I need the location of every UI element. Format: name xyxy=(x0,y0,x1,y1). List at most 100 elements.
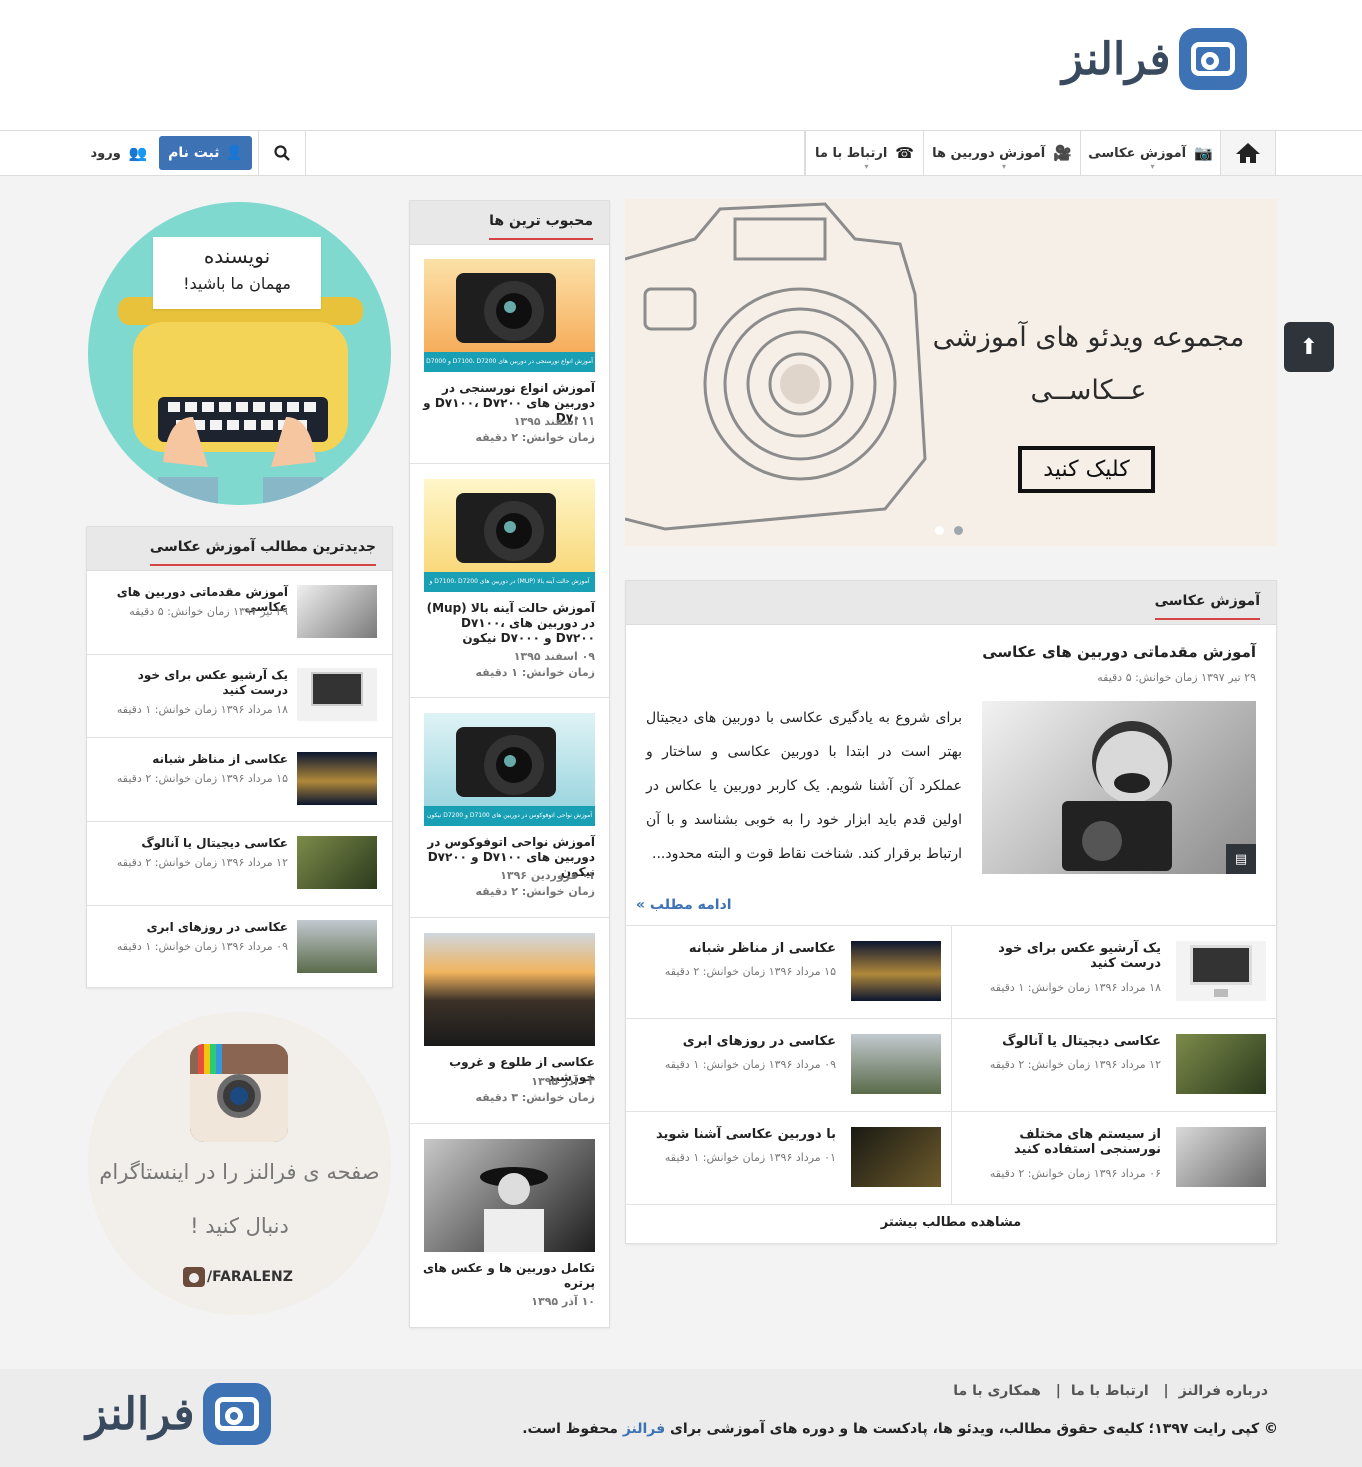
camera-logo-icon xyxy=(202,1383,271,1445)
latest-thumb[interactable] xyxy=(297,920,377,973)
site-header: فرالنز xyxy=(0,0,1362,130)
latest-meta: ۲۹ تیر ۱۳۹۷ زمان خوانش: ۵ دقیقه xyxy=(129,605,288,618)
login-button[interactable]: 👥 ورود xyxy=(84,131,154,175)
popular-title[interactable]: تکامل دوربین ها و عکس های پرتره xyxy=(420,1261,595,1291)
grid-title[interactable]: با دوربین عکاسی آشنا شوید xyxy=(640,1127,836,1142)
grid-thumb[interactable] xyxy=(851,941,941,1001)
footer-link-cooperate[interactable]: همکاری با ما xyxy=(953,1383,1041,1399)
main-navigation: 📷 آموزش عکاسی ▾ 🎥 آموزش دوربین ها ▾ ☎ ار… xyxy=(0,130,1362,176)
slider-dot[interactable] xyxy=(935,526,944,535)
video-camera-icon: 🎥 xyxy=(1053,144,1072,162)
featured-thumbnail[interactable]: ▤ xyxy=(982,701,1256,874)
slider-cta-button[interactable]: کلیک کنید xyxy=(1018,446,1155,493)
camera-icon: 📷 xyxy=(1194,144,1213,162)
popular-thumb[interactable] xyxy=(424,1139,595,1252)
popular-section: محبوب ترین ها آموزش انواع نورسنجی در دور… xyxy=(409,200,610,1328)
grid-title[interactable]: عکاسی در روزهای ابری xyxy=(640,1034,836,1049)
section-title: محبوب ترین ها xyxy=(489,213,593,240)
grid-thumb[interactable] xyxy=(851,1034,941,1094)
camera-sketch-illustration xyxy=(625,202,927,531)
chevron-down-icon: ▾ xyxy=(1150,162,1155,171)
latest-posts-section: جدیدترین مطالب آموزش عکاسی آموزش مقدماتی… xyxy=(86,526,393,988)
grid-meta: ۱۸ مرداد ۱۳۹۶ زمان خوانش: ۱ دقیقه xyxy=(989,981,1161,994)
guest-writer-line2: مهمان ما باشید! xyxy=(183,274,291,293)
footer-logo[interactable]: فرالنز xyxy=(86,1383,271,1445)
latest-meta: ۱۸ مرداد ۱۳۹۶ زمان خوانش: ۱ دقیقه xyxy=(116,703,288,716)
latest-meta: ۱۲ مرداد ۱۳۹۶ زمان خوانش: ۲ دقیقه xyxy=(116,856,288,869)
grid-thumb[interactable] xyxy=(851,1127,941,1187)
hero-slider[interactable]: مجموعه ویدئو های آموزشی عــکاســی کلیک ک… xyxy=(625,199,1277,546)
footer-link-contact[interactable]: ارتباط با ما xyxy=(1071,1383,1149,1399)
guest-writer-line1: نویسنده xyxy=(203,244,271,268)
latest-meta: ۰۹ مرداد ۱۳۹۶ زمان خوانش: ۱ دقیقه xyxy=(116,940,288,953)
search-button[interactable] xyxy=(258,131,306,175)
grid-thumb[interactable] xyxy=(1176,941,1266,1001)
instagram-line2: دنبال کنید ! xyxy=(190,1214,289,1238)
section-title: آموزش عکاسی xyxy=(1154,593,1260,620)
popular-read-time: زمان خوانش: ۲ دقیقه xyxy=(475,431,595,444)
read-more-link[interactable]: ادامه مطلب » xyxy=(636,897,732,913)
section-title: جدیدترین مطالب آموزش عکاسی xyxy=(149,539,376,566)
latest-title[interactable]: یک آرشیو عکس برای خود درست کنید xyxy=(98,668,288,698)
instagram-handle[interactable]: /FARALENZ xyxy=(183,1267,293,1287)
featured-excerpt: برای شروع به یادگیری عکاسی با دوربین های… xyxy=(646,710,962,862)
slider-dot-active[interactable] xyxy=(954,526,963,535)
grid-title[interactable]: یک آرشیو عکس برای خود درست کنید xyxy=(965,941,1161,971)
logo-text: فرالنز xyxy=(1062,33,1171,85)
grid-title[interactable]: عکاسی از مناظر شبانه xyxy=(640,941,836,956)
latest-title[interactable]: عکاسی در روزهای ابری xyxy=(98,920,288,935)
instagram-line1: صفحه ی فرالنز را در اینستاگرام xyxy=(99,1160,380,1184)
featured-title[interactable]: آموزش مقدماتی دوربین های عکاسی xyxy=(982,645,1256,660)
home-icon xyxy=(1236,143,1260,163)
latest-thumb[interactable] xyxy=(297,836,377,889)
latest-title[interactable]: عکاسی دیجیتال یا آنالوگ xyxy=(98,836,288,851)
grid-meta: ۰۹ مرداد ۱۳۹۶ زمان خوانش: ۱ دقیقه xyxy=(664,1058,836,1071)
add-user-icon: 👤 xyxy=(225,145,243,161)
popular-title[interactable]: آموزش حالت آینه بالا (Mup) در دوربین های… xyxy=(420,601,595,646)
site-logo[interactable]: فرالنز xyxy=(1062,28,1247,90)
slider-dots xyxy=(935,526,963,535)
footer-link-about[interactable]: درباره فرالنز xyxy=(1179,1383,1268,1399)
footer-links: درباره فرالنز| ارتباط با ما| همکاری با م… xyxy=(953,1383,1268,1399)
photography-section: آموزش عکاسی آموزش مقدماتی دوربین های عکا… xyxy=(625,580,1277,1244)
latest-meta: ۱۵ مرداد ۱۳۹۶ زمان خوانش: ۲ دقیقه xyxy=(116,772,288,785)
grid-title[interactable]: عکاسی دیجیتال یا آنالوگ xyxy=(965,1034,1161,1049)
nav-home[interactable] xyxy=(1220,131,1276,175)
grid-thumb[interactable] xyxy=(1176,1127,1266,1187)
user-icon: 👥 xyxy=(128,144,148,162)
popular-thumb[interactable]: آموزش حالت آینه بالا (MUP) در دوربین های… xyxy=(424,479,595,592)
nav-item-cameras[interactable]: 🎥 آموزش دوربین ها ▾ xyxy=(923,131,1080,175)
grid-title[interactable]: از سیستم های مختلف نورسنجی استفاده کنید xyxy=(965,1127,1161,1157)
chevron-down-icon: ▾ xyxy=(1002,162,1007,171)
thumb-caption: آموزش حالت آینه بالا (MUP) در دوربین های… xyxy=(424,572,595,592)
grid-thumb[interactable] xyxy=(1176,1034,1266,1094)
guest-writer-banner[interactable]: نویسنده مهمان ما باشید! xyxy=(88,202,391,505)
nav-item-contact[interactable]: ☎ ارتباط با ما ▾ xyxy=(805,131,923,175)
popular-read-time: زمان خوانش: ۳ دقیقه xyxy=(475,1091,595,1104)
search-icon xyxy=(274,145,290,161)
copyright-text: © کپی رایت ۱۳۹۷؛ کلیه‌ی حقوق مطالب، ویدئ… xyxy=(522,1421,1278,1437)
logo-text: فرالنز xyxy=(86,1388,195,1440)
latest-thumb[interactable] xyxy=(297,668,377,721)
grid-meta: ۱۵ مرداد ۱۳۹۶ زمان خوانش: ۲ دقیقه xyxy=(664,965,836,978)
latest-title[interactable]: عکاسی از مناظر شبانه xyxy=(98,752,288,767)
popular-thumb[interactable] xyxy=(424,933,595,1046)
latest-thumb[interactable] xyxy=(297,752,377,805)
instagram-icon xyxy=(190,1044,288,1142)
popular-thumb[interactable]: آموزش نواحی اتوفوکوس در دوربین های D7100… xyxy=(424,713,595,826)
instagram-banner[interactable]: صفحه ی فرالنز را در اینستاگرام دنبال کنی… xyxy=(88,1012,391,1315)
grid-meta: ۰۱ مرداد ۱۳۹۶ زمان خوانش: ۱ دقیقه xyxy=(664,1151,836,1164)
instagram-small-icon xyxy=(183,1267,205,1287)
popular-read-time: زمان خوانش: ۱ دقیقه xyxy=(475,666,595,679)
see-more-link[interactable]: مشاهده مطالب بیشتر xyxy=(626,1215,1276,1230)
featured-meta: ۲۹ تیر ۱۳۹۷ زمان خوانش: ۵ دقیقه xyxy=(1097,671,1256,684)
popular-thumb[interactable]: آموزش انواع نورسنجی در دوربین های D7100،… xyxy=(424,259,595,372)
site-footer: درباره فرالنز| ارتباط با ما| همکاری با م… xyxy=(0,1369,1362,1467)
register-button[interactable]: 👤 ثبت نام xyxy=(159,136,252,170)
article-icon: ▤ xyxy=(1226,844,1256,874)
nav-item-photography[interactable]: 📷 آموزش عکاسی ▾ xyxy=(1080,131,1220,175)
scroll-top-button[interactable]: ⬆ xyxy=(1284,322,1334,372)
chevron-down-icon: ▾ xyxy=(864,162,869,171)
latest-thumb[interactable] xyxy=(297,585,377,638)
arrow-up-icon: ⬆ xyxy=(1299,334,1319,360)
